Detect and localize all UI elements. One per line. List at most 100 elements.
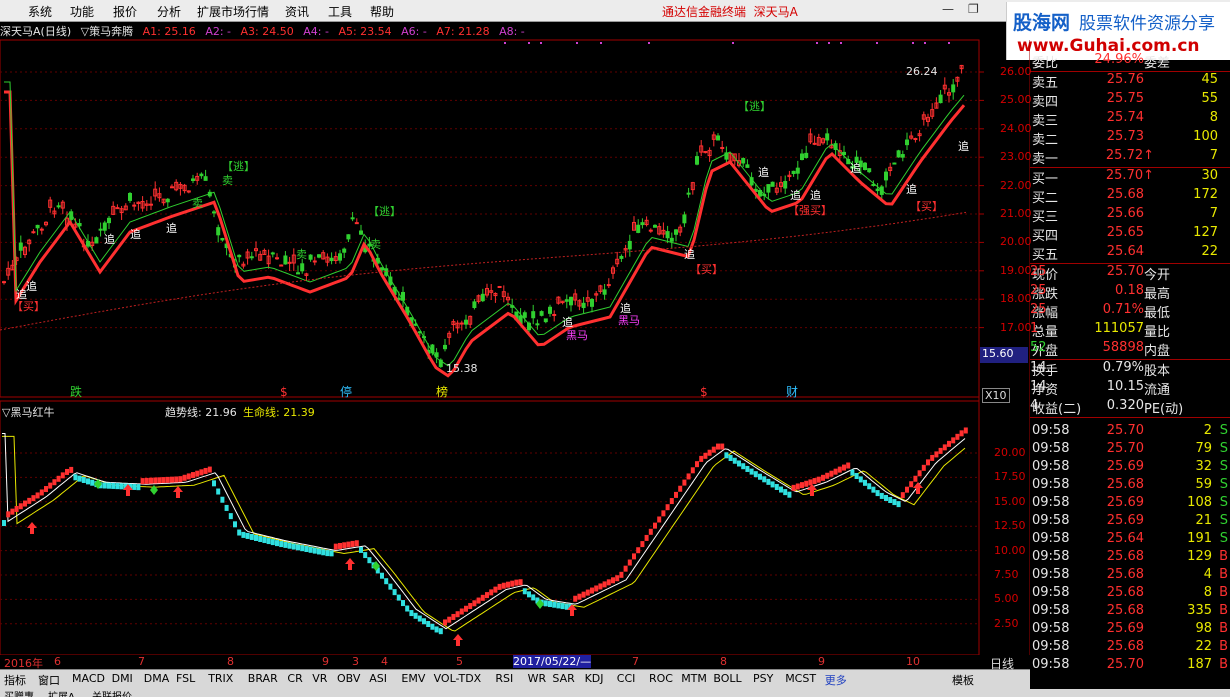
tab-dmi[interactable]: DMI: [112, 672, 133, 685]
ind-bar: [472, 600, 477, 607]
ind-bar: [170, 476, 174, 483]
tab-窗口[interactable]: 窗口: [38, 672, 60, 688]
tab-cci[interactable]: CCI: [617, 672, 636, 685]
sell-signal: 卖: [296, 248, 307, 261]
chase-signal: 追: [684, 247, 695, 261]
tab-brar[interactable]: BRAR: [248, 672, 278, 685]
ind-bar: [392, 589, 397, 596]
candle-body: [342, 248, 347, 253]
candle-body: [102, 222, 107, 231]
tab-vr[interactable]: VR: [312, 672, 327, 685]
ind-bar: [254, 534, 258, 541]
tab-sar[interactable]: SAR: [552, 672, 574, 685]
ask-row: 卖二 25.73 100: [1032, 129, 1218, 148]
candle-body: [720, 146, 725, 149]
buy-arrow-icon: [173, 486, 183, 498]
price-axis-label: 25.00: [1000, 93, 1032, 107]
tab-指标[interactable]: 指标: [4, 672, 26, 688]
trade-row: 09:58 25.69 21 S: [1032, 513, 1228, 528]
ind-bar: [560, 603, 565, 610]
candle-body: [653, 224, 657, 228]
candle-body: [640, 222, 645, 226]
candle-body: [459, 322, 464, 325]
tab-boll[interactable]: BOLL: [713, 672, 741, 685]
tab-dma[interactable]: DMA: [144, 672, 170, 685]
ind-bar: [354, 540, 359, 547]
candle-body: [359, 230, 363, 235]
tab-obv[interactable]: OBV: [337, 672, 360, 685]
ind-bar: [455, 611, 460, 618]
candle-body: [472, 301, 477, 308]
tab-emv[interactable]: EMV: [401, 672, 425, 685]
ind-bar: [921, 464, 926, 471]
tab-psy[interactable]: PSY: [753, 672, 773, 685]
ind-bar: [459, 608, 464, 615]
tab-mcst[interactable]: MCST: [785, 672, 816, 685]
tab-roc[interactable]: ROC: [649, 672, 673, 685]
candle-body: [669, 237, 674, 242]
ind-bar: [329, 550, 334, 557]
signal-dot: [816, 42, 818, 44]
bid-row: 买一 25.70↑ 30: [1032, 168, 1218, 187]
ind-bar: [153, 477, 158, 484]
time-label: 9: [322, 655, 329, 668]
tab-更多[interactable]: 更多: [825, 672, 847, 688]
ind-bar: [107, 482, 111, 489]
ind-bar: [228, 513, 233, 520]
candle-body: [896, 150, 901, 158]
tab-fsl[interactable]: FSL: [176, 672, 195, 685]
candle-body: [674, 229, 678, 235]
ind-bar: [56, 475, 61, 482]
tab-mtm[interactable]: MTM: [681, 672, 707, 685]
signal-diamond-icon: [150, 485, 158, 495]
ind-bar: [325, 550, 330, 557]
kline-chart[interactable]: 26.2415.38【逃】【逃】【逃】卖卖卖卖追追追追追追追追追追 追追追追【买】…: [0, 0, 1030, 669]
escape-signal: 【逃】: [222, 160, 255, 173]
ind-bar: [119, 483, 124, 490]
bottom-tabs: 买赠惠 扩展A 关联报价: [0, 689, 1230, 697]
signal-dot: [912, 42, 914, 44]
tab-wr[interactable]: WR: [528, 672, 547, 685]
ind-bar: [947, 440, 951, 447]
ind-bar: [556, 602, 561, 609]
ind-bar: [203, 467, 208, 474]
tab-kdj[interactable]: KDJ: [585, 672, 604, 685]
ind-bar: [81, 477, 86, 484]
ind-bar: [489, 589, 494, 596]
tab-模板[interactable]: 模板: [952, 672, 974, 688]
candle-body: [741, 158, 746, 164]
ind-bar: [653, 522, 657, 529]
ind-bar: [308, 546, 313, 553]
buy-signal: 【买】: [12, 300, 45, 313]
x10-button[interactable]: X10: [982, 388, 1010, 403]
candle-body: [212, 211, 216, 214]
time-label: 7: [138, 655, 145, 668]
ind-bar: [674, 491, 678, 498]
candle-body: [329, 257, 334, 262]
tab-trix[interactable]: TRIX: [208, 672, 233, 685]
event-marker: $: [280, 385, 288, 399]
candle-body: [115, 207, 120, 210]
candle-body: [548, 306, 552, 314]
ind-bar: [132, 483, 137, 490]
ind-bar: [942, 444, 947, 451]
period-label[interactable]: 日线: [990, 655, 1014, 672]
ind-bar: [804, 480, 809, 487]
candle-body: [170, 186, 174, 189]
tab-vol-tdx[interactable]: VOL-TDX: [434, 672, 482, 685]
candle-body: [128, 193, 132, 201]
candle-body: [602, 289, 607, 295]
stat-row: 总量 111057 量比 1: [1030, 321, 1171, 340]
price-axis-label: 26.00: [1000, 65, 1032, 78]
tab-macd[interactable]: MACD: [72, 672, 105, 685]
price-axis-label: 17.00: [1000, 320, 1032, 334]
bid-row: 买二 25.68 172: [1032, 187, 1218, 206]
chase-signal: 追: [758, 165, 769, 179]
tab-asi[interactable]: ASI: [369, 672, 387, 685]
tab-rsi[interactable]: RSI: [495, 672, 513, 685]
ind-bar: [212, 480, 216, 487]
ind-bar: [27, 497, 32, 504]
tab-cr[interactable]: CR: [287, 672, 302, 685]
ind-bar: [518, 579, 523, 586]
ind-bar: [749, 468, 754, 475]
